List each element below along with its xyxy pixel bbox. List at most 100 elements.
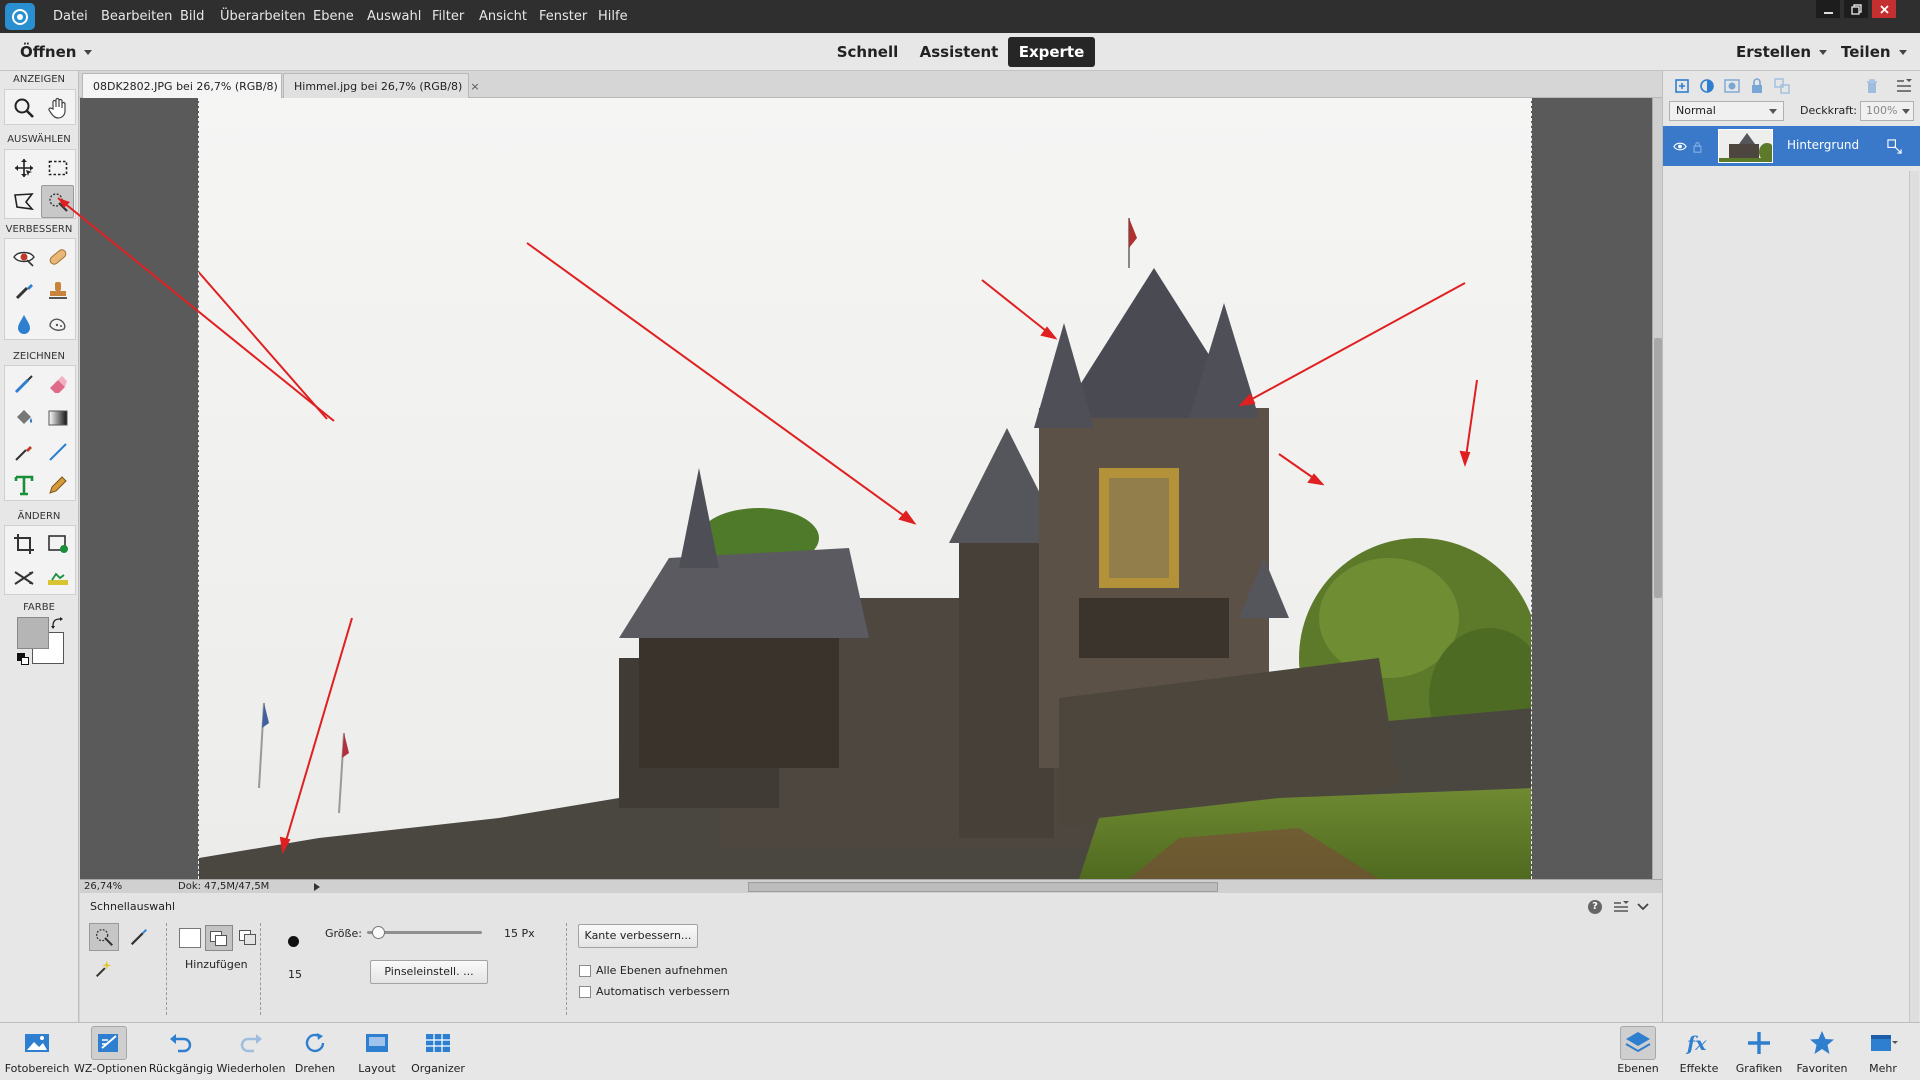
layer-row-hintergrund[interactable]: Hintergrund xyxy=(1663,126,1920,166)
taskbar-layout[interactable]: Layout xyxy=(350,1023,404,1080)
hand-tool[interactable] xyxy=(41,91,74,124)
adjustment-layer-icon[interactable] xyxy=(1698,77,1716,95)
selection-mode-add[interactable] xyxy=(205,925,233,951)
taskbar-ebenen[interactable]: Ebenen xyxy=(1612,1023,1664,1080)
selection-brush-variant[interactable] xyxy=(124,923,154,951)
restore-icon[interactable] xyxy=(1844,0,1868,18)
lasso-tool[interactable] xyxy=(7,185,40,218)
pencil-tool[interactable] xyxy=(41,468,74,501)
swap-colors-icon[interactable] xyxy=(51,617,63,629)
foreground-color-swatch[interactable] xyxy=(17,617,49,649)
size-slider[interactable] xyxy=(367,926,482,940)
menu-ebene[interactable]: Ebene xyxy=(313,0,354,33)
taskbar-grafiken[interactable]: Grafiken xyxy=(1732,1023,1786,1080)
layer-name: Hintergrund xyxy=(1787,138,1860,152)
text-tool[interactable] xyxy=(7,468,40,501)
photo-castle[interactable] xyxy=(198,98,1532,879)
taskbar-rueckgaengig[interactable]: Rückgängig xyxy=(146,1023,216,1080)
scrollbar-thumb[interactable] xyxy=(1654,338,1662,598)
menu-bild[interactable]: Bild xyxy=(180,0,204,33)
right-panel-scrollbar[interactable] xyxy=(1909,171,1919,1080)
chevron-down-icon xyxy=(1902,109,1910,114)
share-button[interactable]: Teilen xyxy=(1841,33,1907,71)
menu-filter[interactable]: Filter xyxy=(432,0,464,33)
doc-tab-inactive[interactable]: Himmel.jpg bei 26,7% (RGB/8) × xyxy=(283,73,480,98)
options-menu-icon[interactable] xyxy=(1613,900,1629,914)
new-layer-icon[interactable] xyxy=(1673,77,1691,95)
marquee-tool[interactable] xyxy=(41,151,74,184)
opacity-field[interactable]: 100% xyxy=(1860,101,1914,121)
crop-tool[interactable] xyxy=(7,527,40,560)
visibility-eye-icon[interactable] xyxy=(1673,141,1687,152)
blend-mode-select[interactable]: Normal xyxy=(1669,101,1784,121)
refine-edge-button[interactable]: Kante verbessern... xyxy=(578,924,698,948)
open-button[interactable]: Öffnen xyxy=(20,33,93,71)
chevron-down-icon xyxy=(1819,50,1828,55)
horizontal-scrollbar-thumb[interactable] xyxy=(748,882,1218,892)
taskbar-wiederholen[interactable]: Wiederholen xyxy=(216,1023,286,1080)
sample-all-layers-checkbox[interactable] xyxy=(579,965,591,977)
crop-icon xyxy=(13,533,34,554)
zoom-tool[interactable] xyxy=(7,91,40,124)
lock-icon[interactable] xyxy=(1748,77,1766,95)
size-slider-handle[interactable] xyxy=(372,926,385,939)
panel-menu-icon[interactable] xyxy=(1895,77,1913,95)
close-icon[interactable]: × xyxy=(470,80,479,93)
vertical-scrollbar[interactable] xyxy=(1652,98,1662,879)
smart-brush-tool[interactable] xyxy=(7,274,40,307)
taskbar-effekte[interactable]: fx Effekte xyxy=(1672,1023,1726,1080)
layer-thumbnail xyxy=(1718,129,1773,163)
taskbar-label: Favoriten xyxy=(1796,1062,1848,1075)
red-eye-tool[interactable] xyxy=(7,240,40,273)
taskbar-wz-optionen[interactable]: WZ-Optionen xyxy=(74,1023,147,1080)
layer-mask-icon[interactable] xyxy=(1723,77,1741,95)
taskbar-fotobereich[interactable]: Fotobereich xyxy=(2,1023,72,1080)
menu-fenster[interactable]: Fenster xyxy=(539,0,587,33)
layer-link-icon[interactable] xyxy=(1887,139,1902,154)
minimize-icon[interactable] xyxy=(1816,0,1840,18)
link-layers-icon[interactable] xyxy=(1773,77,1791,95)
menu-ansicht[interactable]: Ansicht xyxy=(479,0,527,33)
taskbar-organizer[interactable]: Organizer xyxy=(408,1023,468,1080)
mode-tab-assistent[interactable]: Assistent xyxy=(913,37,1005,67)
move-tool[interactable] xyxy=(7,151,40,184)
straighten-tool[interactable] xyxy=(41,561,74,594)
help-icon[interactable]: ? xyxy=(1588,900,1602,914)
taskbar-drehen[interactable]: Drehen xyxy=(288,1023,342,1080)
opacity-label: Deckkraft: xyxy=(1800,104,1857,117)
paint-bucket-tool[interactable] xyxy=(7,401,40,434)
zoom-level[interactable]: 26,74% xyxy=(84,880,122,894)
brush-tool[interactable] xyxy=(7,367,40,400)
magic-wand-variant[interactable] xyxy=(89,955,119,983)
content-aware-move-tool[interactable] xyxy=(7,561,40,594)
menu-datei[interactable]: Datei xyxy=(53,0,88,33)
doc-tab-active[interactable]: 08DK2802.JPG bei 26,7% (RGB/8)× xyxy=(82,73,295,98)
selection-mode-subtract[interactable] xyxy=(237,928,259,948)
taskbar-mehr[interactable]: Mehr xyxy=(1858,1023,1908,1080)
default-colors-icon[interactable] xyxy=(17,653,29,665)
mode-bar: Öffnen Schnell Assistent Experte Erstell… xyxy=(0,33,1920,71)
create-button[interactable]: Erstellen xyxy=(1736,33,1828,71)
menu-auswahl[interactable]: Auswahl xyxy=(367,0,421,33)
line-tool[interactable] xyxy=(41,435,74,468)
eyedropper-tool[interactable] xyxy=(7,435,40,468)
recompose-tool[interactable] xyxy=(41,527,74,560)
menu-hilfe[interactable]: Hilfe xyxy=(598,0,628,33)
brush-tip-preview[interactable] xyxy=(288,936,299,947)
close-window-icon[interactable] xyxy=(1872,0,1896,18)
separator xyxy=(166,923,167,1015)
app-logo-icon[interactable] xyxy=(5,3,35,30)
quick-select-variant[interactable] xyxy=(89,923,119,951)
play-icon[interactable] xyxy=(314,883,320,891)
mode-tab-experte[interactable]: Experte xyxy=(1008,37,1095,67)
blur-tool[interactable] xyxy=(7,307,40,340)
brush-settings-button[interactable]: Pinseleinstell. ... xyxy=(370,960,488,984)
menu-bearbeiten[interactable]: Bearbeiten xyxy=(101,0,172,33)
trash-icon[interactable] xyxy=(1863,77,1881,95)
auto-enhance-checkbox[interactable] xyxy=(579,986,591,998)
menu-ueberarbeiten[interactable]: Überarbeiten xyxy=(220,0,306,33)
collapse-chevron-icon[interactable] xyxy=(1637,903,1649,911)
mode-tab-schnell[interactable]: Schnell xyxy=(830,37,905,67)
taskbar-favoriten[interactable]: Favoriten xyxy=(1792,1023,1852,1080)
selection-mode-new[interactable] xyxy=(179,928,201,948)
